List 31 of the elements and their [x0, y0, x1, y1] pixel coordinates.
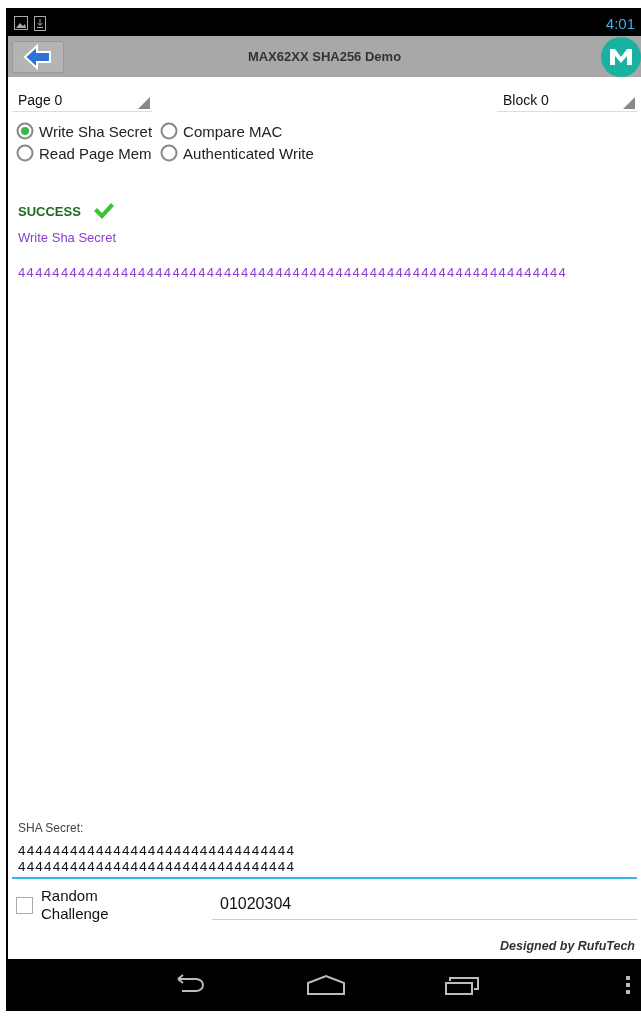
radio-circle-icon [16, 122, 34, 140]
dropdown-corner-icon [623, 97, 635, 109]
radio-circle-icon [160, 144, 179, 162]
field-label: SHA Secret: [18, 821, 85, 835]
dropdown[interactable]: Block 0 [497, 84, 637, 112]
credit-text: Designed by RufuTech [499, 939, 635, 953]
download-icon [34, 15, 46, 31]
back-button[interactable] [12, 40, 64, 73]
logo-icon [601, 36, 641, 77]
challenge-field[interactable]: 01020304 [212, 894, 637, 920]
random-challenge-checkbox[interactable]: Random Challenge [12, 887, 212, 923]
checkmark-icon [92, 202, 115, 220]
status-text: SUCCESS [18, 203, 81, 219]
secret-field[interactable]: 4444444444444444444444444444444444444444444444444444444444444444 [12, 843, 637, 879]
radio-circle-icon [160, 122, 179, 140]
app-title: MAX62XX SHA256 Demo [247, 49, 402, 64]
radio-button[interactable]: Authenticated Write [160, 144, 314, 162]
overflow-menu-icon[interactable] [625, 975, 631, 995]
radio-button[interactable]: Write Sha Secret [16, 122, 153, 140]
picture-icon [14, 16, 28, 30]
dropdown-corner-icon [138, 97, 150, 109]
home-icon[interactable] [306, 974, 346, 996]
radio-button[interactable]: Read Page Mem [16, 144, 153, 162]
radio-circle-icon [16, 144, 34, 162]
operation-text: Write Sha Secret [18, 230, 118, 245]
result-data: 4444444444444444444444444444444444444444444444444444444444444444 [18, 265, 569, 280]
status-time: 4:01 [605, 14, 635, 32]
back-arrow-icon [23, 43, 53, 70]
dropdown[interactable]: Page 0 [12, 84, 152, 112]
recent-apps-icon[interactable] [444, 974, 480, 996]
radio-button[interactable]: Compare MAC [160, 122, 314, 140]
